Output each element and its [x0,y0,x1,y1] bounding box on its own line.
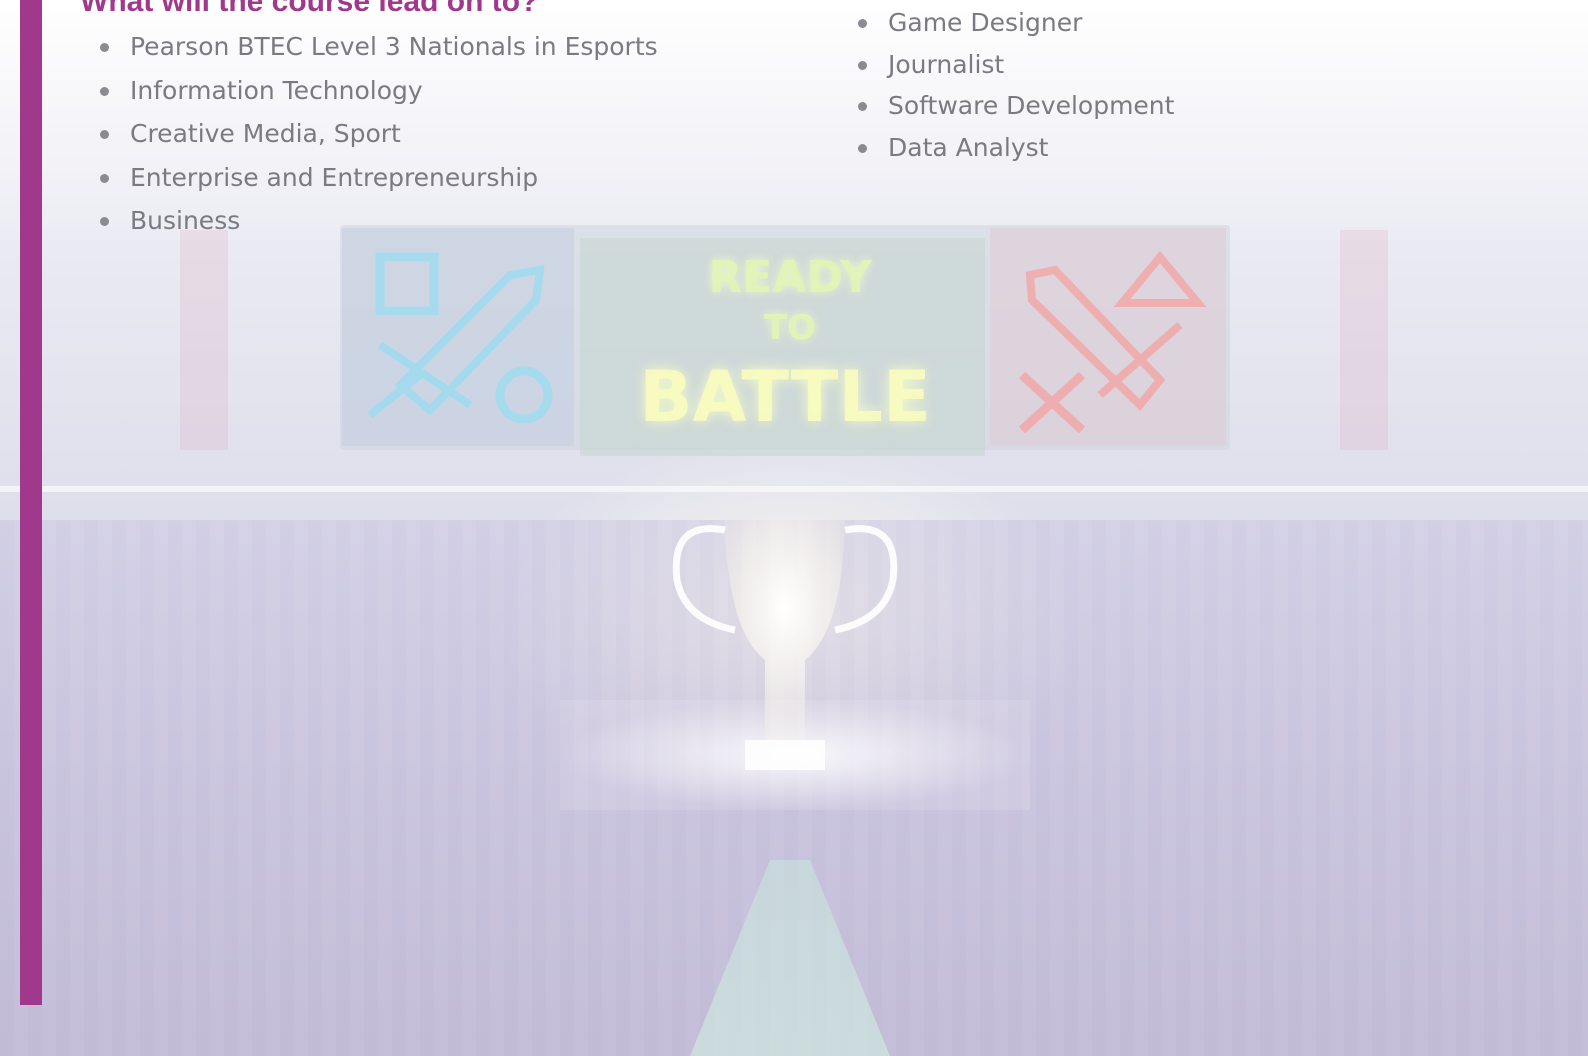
list-item: Business [100,204,658,248]
list-item: Journalist [858,48,1174,90]
bullet-icon [100,43,109,52]
neon-battle-text: BATTLE [639,356,931,438]
bullet-icon [858,102,867,111]
list-item: Software Development [858,89,1174,131]
trophy-icon [672,520,898,770]
list-item: Enterprise and Entrepreneurship [100,161,658,205]
neon-left-icons [367,252,553,424]
bullet-icon [858,19,867,28]
section-heading: What will the course lead on to? [80,0,539,18]
list-item: Creative Media, Sport [100,117,658,161]
square-icon [375,252,439,316]
accent-bar [20,0,42,1005]
arena-rail [0,486,1588,492]
bullet-icon [100,86,109,96]
bullet-icon [858,143,867,153]
progression-list: Pearson BTEC Level 3 Nationals in Esport… [100,30,658,248]
neon-right-icons [1018,250,1207,434]
bullet-icon [100,217,109,226]
bullet-icon [100,130,109,139]
list-item: Game Designer [858,6,1174,48]
bullet-icon [858,60,867,70]
bullet-icon [100,173,109,183]
sword-icon [367,265,545,419]
arena-banner [180,230,228,450]
list-item: Information Technology [100,74,658,118]
sword-icon [1025,265,1183,411]
slide: READY TO BATTLE What will the course lea… [0,0,1588,1056]
triangle-icon [1113,250,1207,307]
list-item: Data Analyst [858,131,1174,173]
arena-banner [1340,230,1388,450]
neon-to-text: TO [763,308,817,348]
cross-icon [1018,371,1086,434]
circle-icon [495,366,553,424]
careers-list: Game Designer Journalist Software Develo… [858,6,1174,173]
list-item: Pearson BTEC Level 3 Nationals in Esport… [100,30,658,74]
neon-ready-text: READY [708,252,872,303]
